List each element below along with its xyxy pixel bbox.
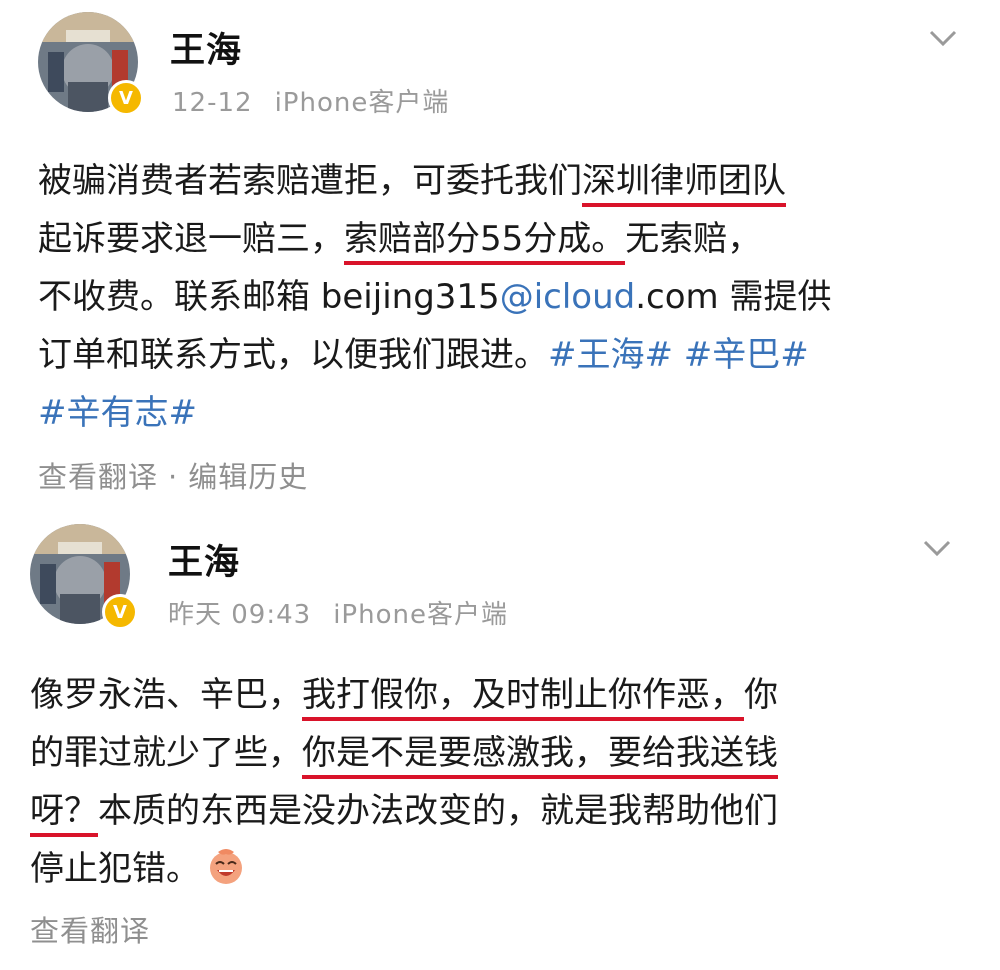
- hashtag-link[interactable]: #王海#: [548, 335, 673, 375]
- underlined-text: 深圳律师团队: [582, 161, 786, 207]
- translate-link[interactable]: 查看翻译: [30, 914, 150, 948]
- text-segment: 像罗永浩、辛巴，: [30, 675, 302, 715]
- text-line: 订单和联系方式，以便我们跟进。#王海# #辛巴#: [38, 326, 831, 384]
- text-line: 像罗永浩、辛巴，我打假你，及时制止你作恶，你: [30, 666, 778, 724]
- underlined-text: 呀？: [30, 791, 98, 837]
- weibo-post: V 王海 昨天 09:43 iPhone客户端 像罗永浩、辛巴，我打假你，及时制止…: [0, 510, 1000, 970]
- verified-badge-icon: V: [108, 80, 144, 116]
- text-segment: 你: [744, 675, 778, 715]
- text-line: #辛有志#: [38, 384, 831, 442]
- text-segment: 无索赔，: [625, 219, 762, 259]
- separator: ·: [168, 460, 179, 494]
- text-line: 被骗消费者若索赔遭拒，可委托我们深圳律师团队: [38, 152, 831, 210]
- hashtag-link[interactable]: #辛有志#: [38, 393, 197, 433]
- text-segment: 不收费。联系邮箱 beijing315: [38, 277, 500, 317]
- chevron-down-icon[interactable]: [928, 28, 958, 48]
- post-actions: 查看翻译: [30, 908, 150, 950]
- text-segment: .com 需提供: [635, 277, 832, 317]
- text-segment: 起诉要求退一赔三，: [38, 219, 344, 259]
- text-line: 停止犯错。: [30, 840, 778, 898]
- edit-history-link[interactable]: 编辑历史: [188, 460, 308, 494]
- text-segment: 被骗消费者若索赔遭拒，可委托我们: [38, 161, 582, 201]
- text-segment: 订单和联系方式，以便我们跟进。: [38, 335, 548, 375]
- post-actions: 查看翻译 · 编辑历史: [38, 454, 308, 496]
- post-source: iPhone客户端: [333, 600, 508, 630]
- underlined-text: 你是不是要感激我，要给我送钱: [302, 733, 778, 779]
- text-segment: 本质的东西是没办法改变的，就是我帮助他们: [98, 791, 778, 831]
- text-line: 的罪过就少了些，你是不是要感激我，要给我送钱: [30, 724, 778, 782]
- text-segment: 的罪过就少了些，: [30, 733, 302, 773]
- post-meta: 昨天 09:43 iPhone客户端: [168, 594, 508, 631]
- hashtag-link[interactable]: #辛巴#: [684, 335, 809, 375]
- author-name[interactable]: 王海: [170, 22, 242, 73]
- weibo-post: V 王海 12-12 iPhone客户端 被骗消费者若索赔遭拒，可委托我们深圳律师…: [0, 0, 1000, 500]
- text-line: 呀？本质的东西是没办法改变的，就是我帮助他们: [30, 782, 778, 840]
- text-segment: 停止犯错。: [30, 849, 200, 889]
- post-date: 12-12: [172, 88, 253, 118]
- underlined-text: 我打假你，及时制止你作恶，: [302, 675, 744, 721]
- underlined-text: 索赔部分55分成。: [344, 219, 626, 265]
- post-text: 像罗永浩、辛巴，我打假你，及时制止你作恶，你 的罪过就少了些，你是不是要感激我，…: [30, 666, 778, 898]
- author-name[interactable]: 王海: [168, 534, 240, 585]
- email-link[interactable]: @icloud: [500, 277, 636, 317]
- text-line: 起诉要求退一赔三，索赔部分55分成。无索赔，: [38, 210, 831, 268]
- post-meta: 12-12 iPhone客户端: [172, 82, 449, 119]
- translate-link[interactable]: 查看翻译: [38, 460, 158, 494]
- post-date: 昨天 09:43: [168, 600, 312, 630]
- verified-badge-icon: V: [102, 594, 138, 630]
- author-avatar[interactable]: V: [38, 12, 144, 116]
- chevron-down-icon[interactable]: [922, 538, 952, 558]
- author-avatar[interactable]: V: [30, 524, 138, 630]
- post-text: 被骗消费者若索赔遭拒，可委托我们深圳律师团队 起诉要求退一赔三，索赔部分55分成…: [38, 152, 831, 442]
- laughing-face-emoji-icon: [210, 849, 242, 884]
- text-line: 不收费。联系邮箱 beijing315@icloud.com 需提供: [38, 268, 831, 326]
- post-source: iPhone客户端: [274, 88, 450, 118]
